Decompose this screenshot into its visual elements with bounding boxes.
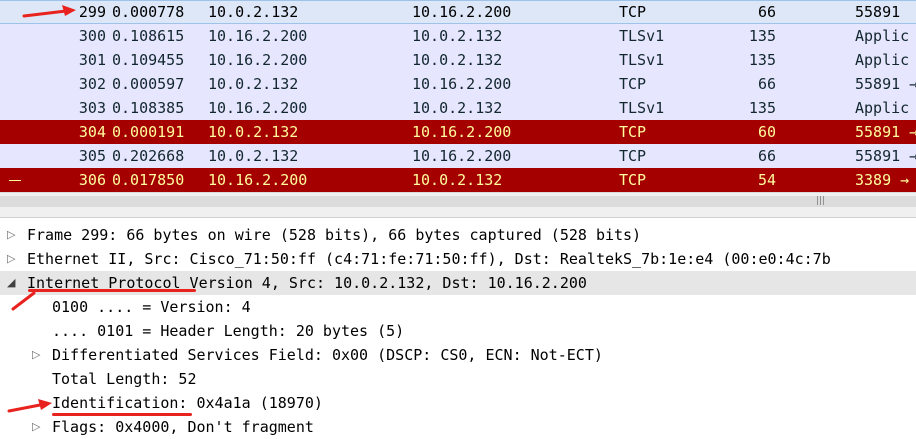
- packet-time: 0.108615: [112, 27, 185, 45]
- tree-item-total-length[interactable]: Total Length: 52: [0, 367, 916, 391]
- packet-length: 66: [757, 147, 776, 165]
- packet-source: 10.16.2.200: [208, 27, 308, 45]
- tree-item-flags[interactable]: ▷ Flags: 0x4000, Don't fragment: [0, 415, 916, 439]
- tree-item-label: Total Length: 52: [52, 370, 197, 388]
- packet-source: 10.16.2.200: [208, 51, 308, 69]
- packet-source: 10.0.2.132: [208, 123, 299, 141]
- packet-row[interactable]: 306 0.017850 10.16.2.200 10.0.2.132 TCP …: [0, 168, 916, 192]
- tree-item-ethernet[interactable]: ▷ Ethernet II, Src: Cisco_71:50:ff (c4:7…: [0, 247, 916, 271]
- packet-length: 66: [757, 75, 776, 93]
- packet-number: 303: [78, 99, 106, 117]
- tree-item-version[interactable]: 0100 .... = Version: 4: [0, 295, 916, 319]
- packet-info: 55891 →: [855, 147, 916, 165]
- packet-protocol: TLSv1: [619, 99, 665, 117]
- packet-length: 135: [748, 27, 776, 45]
- packet-protocol: TCP: [619, 171, 647, 189]
- packet-details-tree[interactable]: ▷ Frame 299: 66 bytes on wire (528 bits)…: [0, 223, 916, 437]
- annotation-underline: [52, 413, 192, 416]
- tree-item-label: 0100 .... = Version: 4: [52, 298, 251, 316]
- scrollbar-grip-icon: |||: [816, 196, 826, 206]
- packet-protocol: TCP: [619, 147, 647, 165]
- red-arrow-icon: [22, 5, 76, 18]
- packet-destination: 10.0.2.132: [412, 171, 503, 189]
- packet-destination: 10.16.2.200: [412, 123, 512, 141]
- packet-info: 3389 →: [855, 171, 910, 189]
- tree-item-label: Differentiated Services Field: 0x00 (DSC…: [52, 346, 603, 364]
- packet-list[interactable]: 299 0.000778 10.0.2.132 10.16.2.200 TCP …: [0, 0, 916, 192]
- packet-number: 301: [78, 51, 106, 69]
- packet-time: 0.108385: [112, 99, 185, 117]
- scrollbar-thumb[interactable]: [0, 196, 916, 207]
- packet-destination: 10.0.2.132: [412, 99, 503, 117]
- packet-length: 66: [757, 3, 776, 21]
- packet-time: 0.000191: [112, 123, 185, 141]
- tree-item-label: .... 0101 = Header Length: 20 bytes (5): [52, 322, 405, 340]
- packet-protocol: TLSv1: [619, 51, 665, 69]
- packet-length: 54: [757, 171, 776, 189]
- red-arrow-icon: [7, 399, 52, 413]
- packet-info: Applic: [855, 27, 910, 45]
- packet-number: 306: [78, 171, 106, 189]
- packet-number: 300: [78, 27, 106, 45]
- packet-time: 0.000778: [112, 3, 185, 21]
- triangle-right-icon[interactable]: ▷: [7, 223, 19, 247]
- pane-splitter[interactable]: [0, 210, 916, 218]
- packet-info: 55891 →: [855, 123, 916, 141]
- packet-protocol: TCP: [619, 75, 647, 93]
- packet-row[interactable]: 303 0.108385 10.16.2.200 10.0.2.132 TLSv…: [0, 96, 916, 120]
- packet-length: 135: [748, 51, 776, 69]
- packet-info: 55891: [855, 3, 901, 21]
- tree-item-label: Frame 299: 66 bytes on wire (528 bits), …: [27, 226, 642, 244]
- triangle-right-icon[interactable]: ▷: [32, 343, 44, 367]
- packet-protocol: TLSv1: [619, 27, 665, 45]
- packet-source: 10.16.2.200: [208, 99, 308, 117]
- tree-item-label: Flags: 0x4000, Don't fragment: [52, 418, 314, 436]
- packet-row[interactable]: 301 0.109455 10.16.2.200 10.0.2.132 TLSv…: [0, 48, 916, 72]
- conversation-tree-end: [9, 180, 21, 181]
- packet-length: 135: [748, 99, 776, 117]
- tree-item-frame[interactable]: ▷ Frame 299: 66 bytes on wire (528 bits)…: [0, 223, 916, 247]
- packet-destination: 10.16.2.200: [412, 75, 512, 93]
- packet-time: 0.000597: [112, 75, 185, 93]
- packet-info: Applic: [855, 99, 910, 117]
- packet-destination: 10.16.2.200: [412, 147, 512, 165]
- packet-length: 60: [757, 123, 776, 141]
- packet-time: 0.202668: [112, 147, 185, 165]
- red-arrow-icon: [11, 291, 36, 311]
- packet-row[interactable]: 300 0.108615 10.16.2.200 10.0.2.132 TLSv…: [0, 24, 916, 48]
- packet-row[interactable]: 305 0.202668 10.0.2.132 10.16.2.200 TCP …: [0, 144, 916, 168]
- packet-source: 10.0.2.132: [208, 75, 299, 93]
- packet-number: 304: [78, 123, 106, 141]
- tree-item-header-length[interactable]: .... 0101 = Header Length: 20 bytes (5): [0, 319, 916, 343]
- packet-source: 10.0.2.132: [208, 147, 299, 165]
- packet-row[interactable]: 304 0.000191 10.0.2.132 10.16.2.200 TCP …: [0, 120, 916, 144]
- packet-destination: 10.0.2.132: [412, 27, 503, 45]
- packet-source: 10.16.2.200: [208, 171, 308, 189]
- tree-item-label: Ethernet II, Src: Cisco_71:50:ff (c4:71:…: [27, 250, 831, 268]
- tree-item-label: Identification: 0x4a1a (18970): [52, 394, 323, 412]
- tree-item-identification[interactable]: Identification: 0x4a1a (18970): [0, 391, 916, 415]
- packet-row[interactable]: 299 0.000778 10.0.2.132 10.16.2.200 TCP …: [0, 0, 916, 24]
- triangle-right-icon[interactable]: ▷: [7, 247, 19, 271]
- packet-info: Applic: [855, 51, 910, 69]
- packet-source: 10.0.2.132: [208, 3, 299, 21]
- packet-time: 0.017850: [112, 171, 185, 189]
- packet-list-horizontal-scrollbar[interactable]: |||: [0, 192, 916, 211]
- packet-destination: 10.16.2.200: [412, 3, 512, 21]
- packet-protocol: TCP: [619, 123, 647, 141]
- tree-item-dsf[interactable]: ▷ Differentiated Services Field: 0x00 (D…: [0, 343, 916, 367]
- packet-info: 55891 →: [855, 75, 916, 93]
- packet-destination: 10.0.2.132: [412, 51, 503, 69]
- triangle-right-icon[interactable]: ▷: [32, 415, 44, 439]
- packet-time: 0.109455: [112, 51, 185, 69]
- packet-number: 305: [78, 147, 106, 165]
- packet-number: 302: [78, 75, 106, 93]
- packet-row[interactable]: 302 0.000597 10.0.2.132 10.16.2.200 TCP …: [0, 72, 916, 96]
- annotation-underline: [28, 289, 196, 292]
- packet-protocol: TCP: [619, 3, 647, 21]
